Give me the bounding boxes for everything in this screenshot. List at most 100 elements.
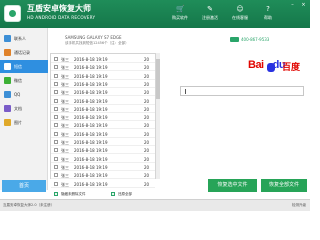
message-count: 20 [144,140,150,145]
row-checkbox[interactable] [54,98,58,103]
row-checkbox[interactable] [54,156,58,161]
row-checkbox[interactable] [54,81,58,86]
message-time: 2016-8-18 19:19 [74,173,108,179]
sms-icon [4,63,11,70]
message-count: 20 [144,173,150,179]
contacts-icon [4,35,11,42]
list-item[interactable]: 张三 2016-8-18 19:19 20 [51,105,155,113]
list-item[interactable]: 张三 2016-8-18 19:19 20 [51,72,155,80]
contact-name: 张三 [61,164,69,170]
sidebar-item-label: 图片 [14,120,22,125]
sidebar-item-photos[interactable]: 图片 [0,116,48,129]
online-service-button[interactable]: ☺ 在线客服 [226,5,254,24]
search-input[interactable] [180,86,304,96]
message-count: 20 [144,123,150,129]
contact-name: 张三 [61,123,69,129]
sidebar-item-call-log[interactable]: 通话记录 [0,46,48,59]
list-item[interactable]: 张三 2016-8-18 19:19 20 [51,180,155,188]
message-count: 20 [144,73,150,79]
status-bar: 互盾安卓恢复大师2.0（未注册） 检测升级 [0,199,310,211]
sidebar-item-contacts[interactable]: 联系人 [0,32,48,45]
list-item[interactable]: 张三 2016-8-18 19:19 20 [51,88,155,97]
list-item[interactable]: 张三 2016-8-18 19:19 20 [51,171,155,180]
list-item[interactable]: 张三 2016-8-18 19:19 20 [51,163,155,171]
list-item[interactable]: 张三 2016-8-18 19:19 20 [51,63,155,72]
row-checkbox[interactable] [54,90,58,95]
buy-software-label: 购买软件 [172,15,188,20]
list-item[interactable]: 张三 2016-8-18 19:19 20 [51,130,155,138]
sidebar-item-documents[interactable]: 文档 [0,102,48,115]
sidebar-item-label: QQ [14,92,21,97]
row-checkbox[interactable] [54,164,58,169]
message-time: 2016-8-18 19:19 [74,65,108,71]
list-item[interactable]: 张三 2016-8-18 19:19 20 [51,80,155,88]
list-item[interactable]: 张三 2016-8-18 19:19 20 [51,138,155,146]
message-time: 2016-8-18 19:19 [74,81,108,87]
register-button[interactable]: ✎ 注册激活 [196,5,224,24]
message-time: 2016-8-18 19:19 [74,106,108,112]
sidebar-item-qq[interactable]: QQ [0,88,48,101]
message-time: 2016-8-18 19:19 [74,90,108,96]
baidu-logo: Bai du 百度 [246,57,306,78]
buy-software-button[interactable]: 🛒 购买软件 [166,5,194,24]
sidebar-item-sms[interactable]: 短信 [0,60,48,73]
home-button[interactable]: 首页 [2,180,46,192]
sidebar-item-label: 文档 [14,106,22,111]
message-time: 2016-8-18 19:19 [74,164,108,170]
hotline-number: 400-867-9533 [241,37,270,42]
message-count: 20 [144,90,150,96]
row-checkbox[interactable] [54,148,58,153]
row-checkbox[interactable] [54,140,58,144]
cart-icon: 🛒 [176,5,185,13]
row-checkbox[interactable] [54,173,58,178]
list-item[interactable]: 张三 2016-8-18 19:19 20 [51,155,155,163]
row-checkbox[interactable] [54,123,58,128]
photo-icon [4,119,11,126]
message-count: 20 [144,65,150,71]
text-caret [185,89,186,94]
online-service-label: 在线客服 [232,15,248,20]
check-update-link[interactable]: 检测升级 [292,203,306,208]
row-checkbox[interactable] [54,57,58,61]
row-checkbox[interactable] [54,181,58,186]
message-time: 2016-8-18 19:19 [74,156,108,162]
list-item[interactable]: 张三 2016-8-18 19:19 20 [51,55,155,63]
contact-name: 张三 [61,98,69,104]
message-list: 张三 2016-8-18 19:19 20 张三 2016-8-18 19:19 20 张三… [50,53,156,196]
sidebar-item-label: 通话记录 [14,50,30,55]
help-button[interactable]: ? 帮助 [254,5,282,24]
wechat-icon [4,77,11,84]
restore-all-checkbox[interactable] [111,192,115,196]
list-item[interactable]: 张三 2016-8-18 19:19 20 [51,146,155,155]
list-footer: 隐藏未删除文件 还原全部 [51,190,155,199]
message-preview-panel: Bai du 百度 [160,53,307,177]
contact-name: 张三 [61,131,69,137]
register-icon: ✎ [207,5,213,13]
minimize-button[interactable]: – [289,2,296,8]
row-checkbox[interactable] [54,115,58,120]
recover-selected-button[interactable]: 恢复选中文件 [208,179,257,192]
hide-undeleted-checkbox[interactable] [54,192,58,196]
message-count: 20 [144,81,150,87]
device-name: SAMSUNG GALAXY S7 EDGE [65,35,122,40]
recover-all-button[interactable]: 恢复全部文件 [261,179,307,192]
sidebar-item-label: 微信 [14,78,22,83]
app-title: 互盾安卓恢复大师 [27,4,91,13]
message-count: 20 [144,181,150,187]
message-time: 2016-8-18 19:19 [74,115,108,121]
row-checkbox[interactable] [54,131,58,136]
message-count: 20 [144,106,150,112]
contact-name: 张三 [61,115,69,121]
close-button[interactable]: × [300,2,307,8]
row-checkbox[interactable] [54,65,58,70]
sidebar-item-wechat[interactable]: 微信 [0,74,48,87]
list-item[interactable]: 张三 2016-8-18 19:19 20 [51,121,155,130]
row-checkbox[interactable] [54,73,58,78]
list-item[interactable]: 张三 2016-8-18 19:19 20 [51,97,155,105]
sidebar: 联系人 通话记录 短信 微信 QQ 文档 图片 [0,28,48,190]
register-label: 注册激活 [202,15,218,20]
list-item[interactable]: 张三 2016-8-18 19:19 20 [51,113,155,122]
qq-icon [4,91,11,98]
chat-icon: ☺ [236,5,244,13]
row-checkbox[interactable] [54,106,58,111]
